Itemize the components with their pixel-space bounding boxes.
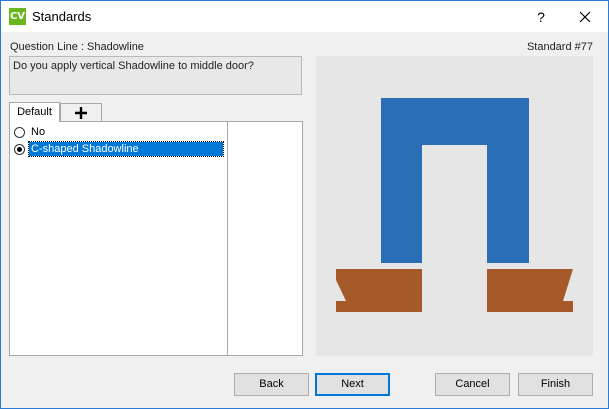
question-text-box: Do you apply vertical Shadowline to midd… [9, 56, 302, 95]
list-column-divider [227, 122, 228, 355]
c-shaped-shadowline-shape [381, 98, 529, 263]
standards-dialog: CV Standards ? Question Line : Shadowlin… [0, 0, 609, 409]
next-button[interactable]: Next [315, 373, 390, 396]
close-button[interactable] [569, 5, 601, 29]
close-icon [579, 11, 591, 23]
question-line-label: Question Line : Shadowline [10, 41, 144, 53]
app-logo-icon: CV [9, 8, 26, 25]
plus-icon [75, 107, 87, 119]
left-base-block [336, 269, 422, 312]
option-c-shaped-shadowline[interactable]: C-shaped Shadowline [14, 141, 224, 157]
finish-button[interactable]: Finish [518, 373, 593, 396]
option-label: C-shaped Shadowline [28, 141, 224, 157]
add-tab-button[interactable] [60, 103, 102, 121]
back-button[interactable]: Back [234, 373, 309, 396]
radio-c-shaped-shadowline[interactable] [14, 143, 25, 155]
option-no[interactable]: No [14, 124, 47, 140]
options-list: No C-shaped Shadowline [9, 121, 303, 356]
cancel-button[interactable]: Cancel [435, 373, 510, 396]
shadowline-diagram [336, 98, 573, 312]
radio-no[interactable] [14, 126, 25, 138]
help-button[interactable]: ? [526, 5, 556, 29]
right-base-block [487, 269, 573, 312]
tab-default[interactable]: Default [9, 102, 60, 122]
standard-number-label: Standard #77 [526, 41, 593, 53]
window-title: Standards [32, 9, 92, 24]
preview-image [316, 56, 593, 356]
option-label: No [31, 126, 46, 138]
title-bar: CV Standards ? [1, 1, 608, 32]
